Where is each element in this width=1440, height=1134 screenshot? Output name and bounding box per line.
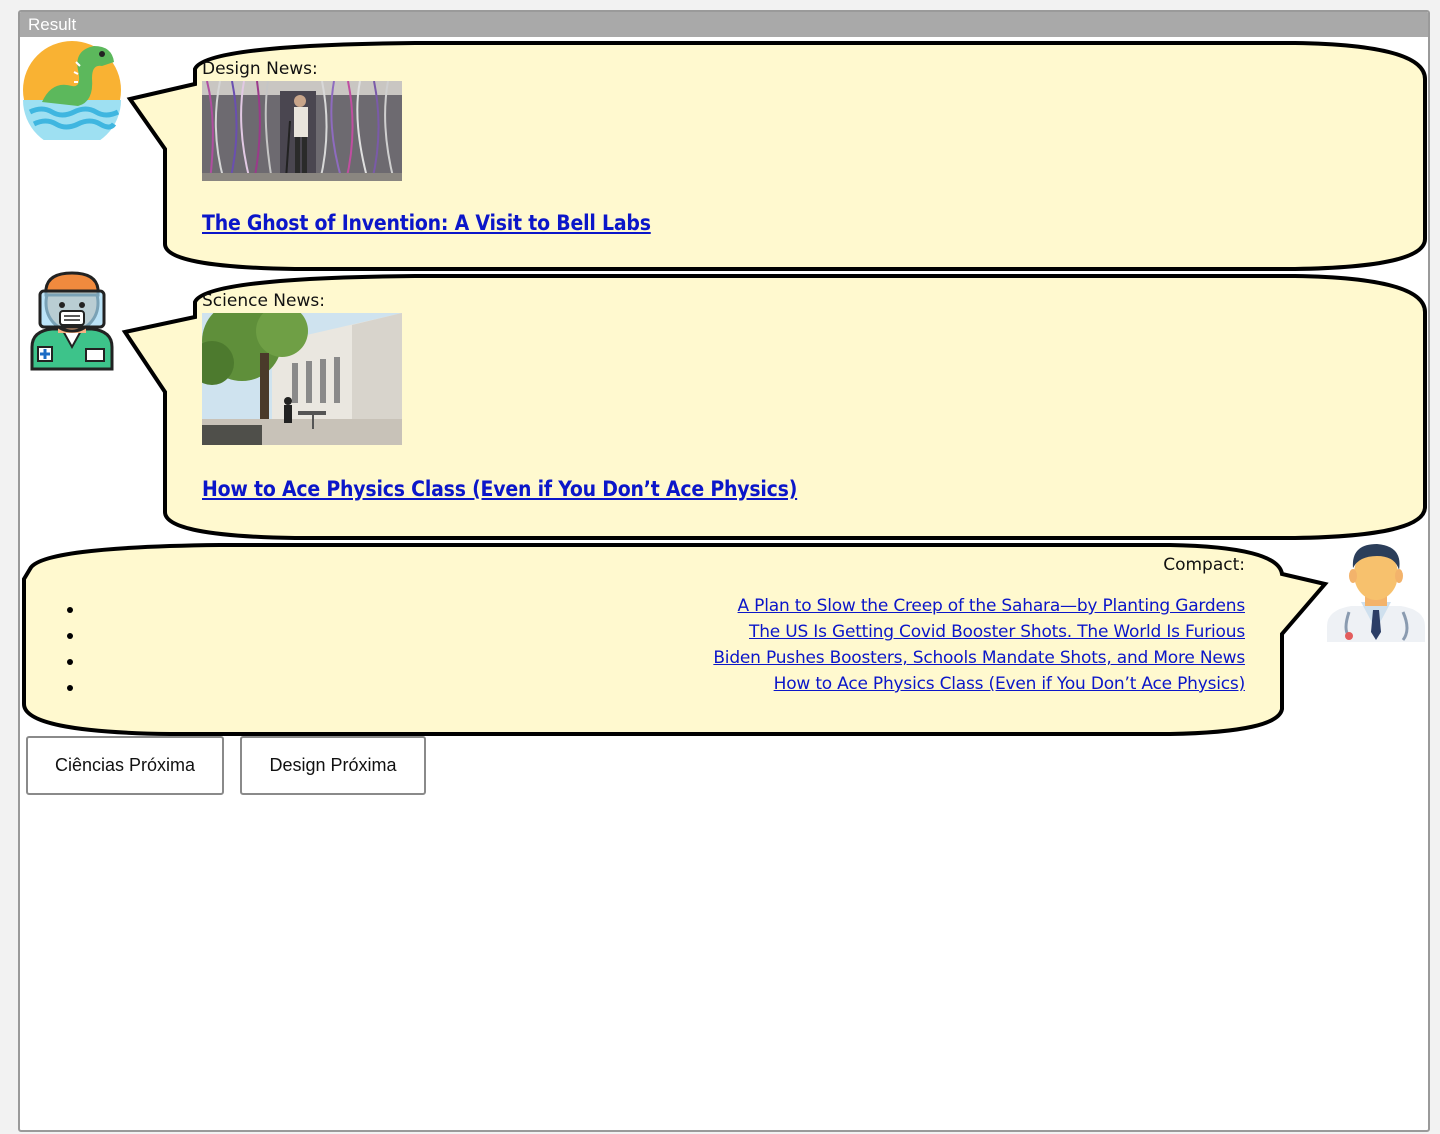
bell-labs-thumbnail[interactable] [202,81,402,181]
chat-area: Design News: The Ghost of Invention: A V… [20,37,1428,1130]
compact-label: Compact: [1163,555,1245,575]
result-title: Result [20,12,1428,37]
physics-class-thumbnail[interactable] [202,313,402,445]
compact-link-list: A Plan to Slow the Creep of the Sahara—b… [713,593,1245,697]
list-bullet [67,633,73,639]
dinosaur-avatar-icon [23,41,121,140]
science-next-button[interactable]: Ciências Próxima [26,736,224,795]
compact-message: Compact: A Plan to Slow the Creep of the… [713,555,1245,697]
list-bullet [67,659,73,665]
design-news-label: Design News: [202,59,318,79]
list-item: The US Is Getting Covid Booster Shots. T… [713,619,1245,645]
design-next-button[interactable]: Design Próxima [240,736,426,795]
list-item: A Plan to Slow the Creep of the Sahara—b… [713,593,1246,619]
covid-booster-link[interactable]: The US Is Getting Covid Booster Shots. T… [749,622,1245,642]
physics-class-headline-link[interactable]: How to Ace Physics Class (Even if You Do… [202,477,797,501]
science-news-message: Science News: How to Ace Physics Class (… [202,291,797,501]
sahara-gardens-link[interactable]: A Plan to Slow the Creep of the Sahara—b… [738,596,1246,616]
bell-labs-headline-link[interactable]: The Ghost of Invention: A Visit to Bell … [202,211,651,235]
doctor-avatar-icon [1327,544,1425,642]
design-news-message: Design News: The Ghost of Invention: A V… [202,59,651,235]
medic-face-shield-avatar-icon [30,271,114,371]
list-bullet [67,685,73,691]
biden-boosters-link[interactable]: Biden Pushes Boosters, Schools Mandate S… [713,648,1245,668]
list-bullet [67,607,73,613]
list-item: How to Ace Physics Class (Even if You Do… [713,671,1246,697]
science-news-label: Science News: [202,291,325,311]
physics-class-compact-link[interactable]: How to Ace Physics Class (Even if You Do… [774,674,1246,694]
list-item: Biden Pushes Boosters, Schools Mandate S… [713,645,1245,671]
result-panel: Result Design News: The Ghost of Inventi… [18,10,1430,1132]
